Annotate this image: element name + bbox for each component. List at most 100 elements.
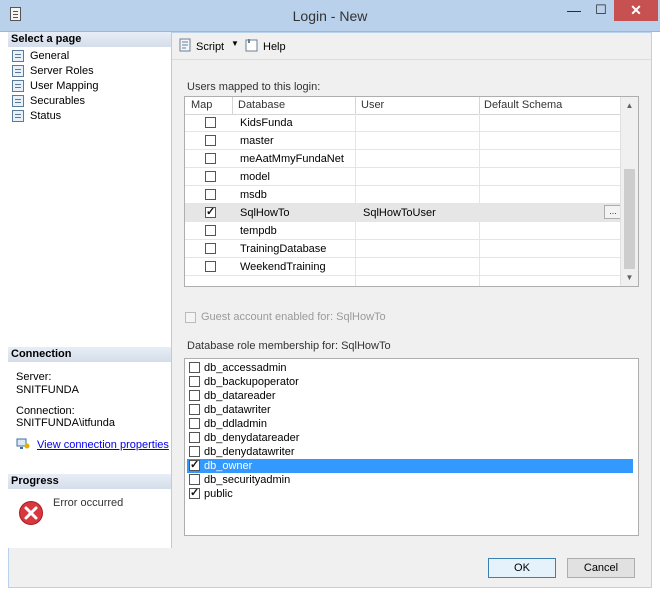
- script-dropdown-icon[interactable]: ▼: [231, 39, 239, 48]
- role-item[interactable]: db_datawriter: [187, 403, 633, 417]
- database-cell: meAatMmyFundaNet: [240, 153, 344, 165]
- connection-header: Connection: [8, 347, 171, 362]
- page-icon: [12, 50, 24, 62]
- user-cell[interactable]: SqlHowToUser: [363, 207, 436, 219]
- role-checkbox[interactable]: [189, 486, 200, 500]
- role-item[interactable]: db_owner: [187, 458, 633, 473]
- role-label: db_datareader: [204, 390, 276, 402]
- role-item[interactable]: db_accessadmin: [187, 361, 633, 375]
- table-row[interactable]: tempdb: [185, 222, 622, 240]
- cancel-button[interactable]: Cancel: [567, 558, 635, 578]
- scroll-thumb[interactable]: [624, 169, 635, 269]
- script-icon: [178, 38, 192, 52]
- table-row[interactable]: KidsFunda: [185, 114, 622, 132]
- sidebar-item-user-mapping[interactable]: User Mapping: [12, 79, 98, 94]
- role-item[interactable]: db_datareader: [187, 389, 633, 403]
- role-item[interactable]: public: [187, 486, 633, 501]
- column-header-user[interactable]: User: [361, 99, 384, 111]
- role-item[interactable]: db_ddladmin: [187, 417, 633, 431]
- map-checkbox[interactable]: [205, 243, 216, 254]
- role-label: db_backupoperator: [204, 376, 299, 388]
- role-item[interactable]: db_denydatawriter: [187, 445, 633, 459]
- script-button[interactable]: Script: [196, 39, 224, 55]
- guest-account-label: Guest account enabled for: SqlHowTo: [201, 311, 386, 323]
- role-label: db_denydatareader: [204, 432, 300, 444]
- sidebar-item-label: Server Roles: [30, 65, 94, 77]
- database-cell: msdb: [240, 189, 267, 201]
- connection-properties-icon: [16, 438, 30, 450]
- left-pane: Select a page General Server Roles User Ma…: [8, 32, 172, 548]
- sidebar-item-securables[interactable]: Securables: [12, 94, 85, 109]
- role-label: db_ddladmin: [204, 418, 267, 430]
- map-checkbox[interactable]: [205, 153, 216, 164]
- sidebar-item-server-roles[interactable]: Server Roles: [12, 64, 94, 79]
- role-checkbox[interactable]: [189, 390, 200, 401]
- role-checkbox[interactable]: [189, 362, 200, 373]
- table-row[interactable]: msdb: [185, 186, 622, 204]
- page-icon: [12, 110, 24, 122]
- map-checkbox[interactable]: [205, 225, 216, 236]
- users-mapped-label: Users mapped to this login:: [187, 81, 321, 93]
- database-cell: KidsFunda: [240, 117, 293, 129]
- connection-value: SNITFUNDA\itfunda: [16, 417, 116, 429]
- database-cell: SqlHowTo: [240, 207, 290, 219]
- role-item[interactable]: db_backupoperator: [187, 375, 633, 389]
- close-button[interactable]: ✕: [614, 0, 658, 21]
- role-checkbox[interactable]: [189, 404, 200, 415]
- minimize-button[interactable]: —: [560, 0, 588, 21]
- maximize-button[interactable]: ☐: [588, 0, 614, 21]
- sidebar-item-general[interactable]: General: [12, 49, 69, 64]
- role-checkbox[interactable]: [189, 376, 200, 387]
- server-value: SNITFUNDA: [16, 384, 79, 396]
- role-item[interactable]: db_denydatareader: [187, 431, 633, 445]
- scroll-up-icon[interactable]: ▲: [621, 97, 638, 114]
- map-checkbox[interactable]: [205, 205, 216, 218]
- ok-button[interactable]: OK: [488, 558, 556, 578]
- scroll-down-icon[interactable]: ▼: [621, 269, 638, 286]
- user-mapping-grid: Map Database User Default Schema KidsFun…: [184, 96, 639, 287]
- sidebar-item-status[interactable]: Status: [12, 109, 61, 124]
- page-icon: [12, 80, 24, 92]
- sidebar-item-label: User Mapping: [30, 80, 99, 92]
- map-checkbox[interactable]: [205, 261, 216, 272]
- toolbar: [172, 33, 651, 60]
- server-label: Server:: [16, 371, 52, 383]
- grid-header: Map Database User Default Schema: [185, 97, 622, 115]
- error-icon: [18, 500, 44, 526]
- role-label: db_datawriter: [204, 404, 271, 416]
- role-checkbox[interactable]: [189, 418, 200, 429]
- role-membership-label: Database role membership for: SqlHowTo: [187, 340, 391, 352]
- page-icon: [12, 95, 24, 107]
- table-row[interactable]: meAatMmyFundaNet: [185, 150, 622, 168]
- table-row[interactable]: WeekendTraining: [185, 258, 622, 276]
- role-item[interactable]: db_securityadmin: [187, 473, 633, 487]
- guest-account-checkbox[interactable]: [185, 312, 196, 323]
- sidebar-item-label: Securables: [30, 95, 86, 107]
- help-button[interactable]: Help: [263, 39, 286, 55]
- table-row[interactable]: TrainingDatabase: [185, 240, 622, 258]
- database-cell: TrainingDatabase: [240, 243, 327, 255]
- map-checkbox[interactable]: [205, 189, 216, 200]
- table-row[interactable]: master: [185, 132, 622, 150]
- database-cell: master: [240, 135, 274, 147]
- role-label: db_denydatawriter: [204, 446, 295, 458]
- column-header-default-schema[interactable]: Default Schema: [484, 99, 562, 111]
- grid-scrollbar[interactable]: ▲ ▼: [620, 97, 638, 286]
- progress-status: Error occurred: [53, 497, 124, 509]
- role-checkbox[interactable]: [189, 432, 200, 443]
- column-header-database[interactable]: Database: [238, 99, 285, 111]
- role-membership-list: db_accessadmin db_backupoperator db_datare…: [184, 358, 639, 536]
- role-checkbox[interactable]: [189, 446, 200, 457]
- database-cell: model: [240, 171, 270, 183]
- role-checkbox[interactable]: [189, 474, 200, 485]
- table-row[interactable]: SqlHowToSqlHowToUser...: [185, 204, 622, 222]
- role-checkbox[interactable]: [189, 458, 200, 472]
- map-checkbox[interactable]: [205, 117, 216, 128]
- map-checkbox[interactable]: [205, 135, 216, 146]
- view-connection-properties-link[interactable]: View connection properties: [37, 439, 169, 451]
- role-label: db_owner: [204, 460, 253, 472]
- column-header-map[interactable]: Map: [191, 99, 212, 111]
- map-checkbox[interactable]: [205, 171, 216, 182]
- table-row[interactable]: model: [185, 168, 622, 186]
- database-cell: tempdb: [240, 225, 277, 237]
